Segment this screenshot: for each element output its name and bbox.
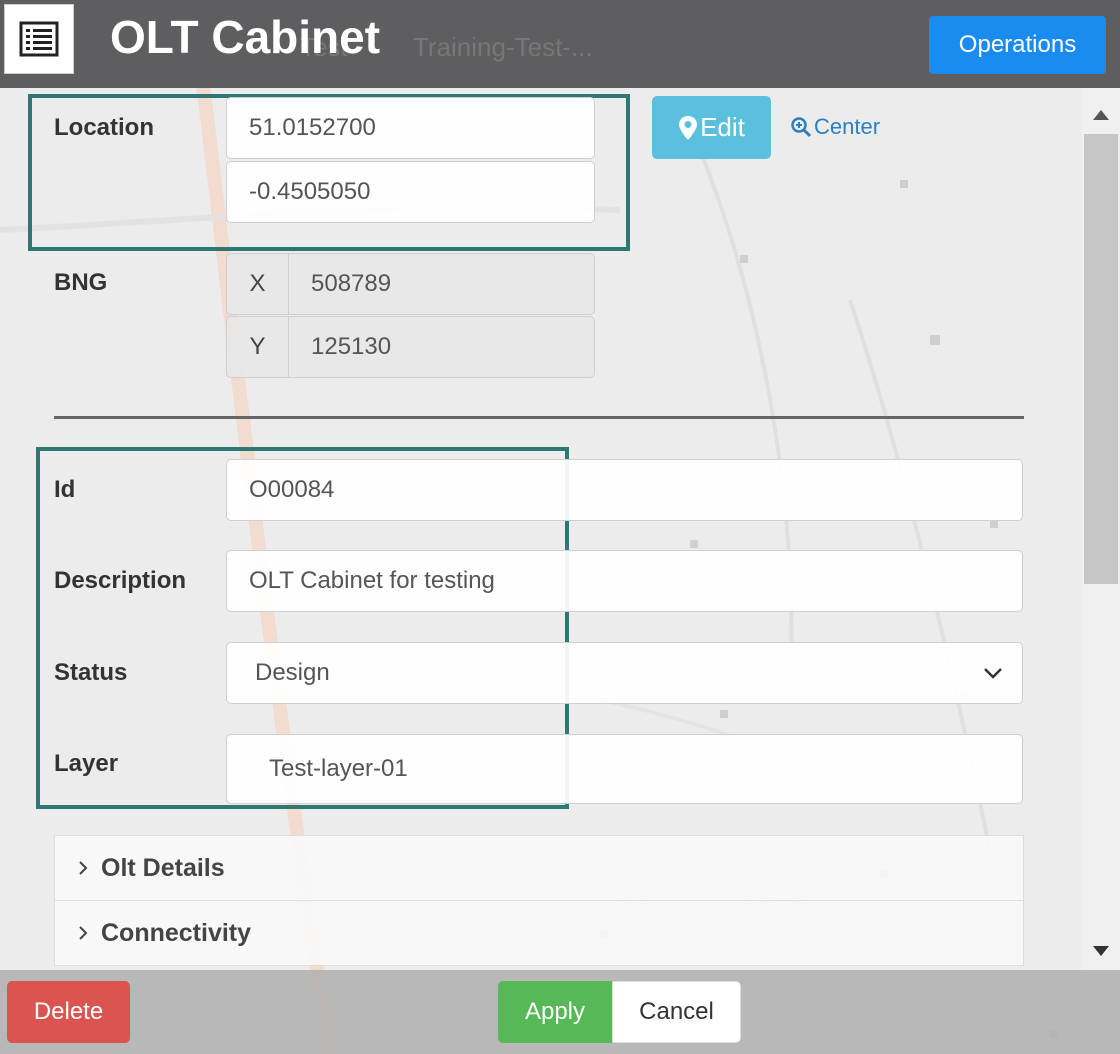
status-selected-value: Design	[255, 659, 330, 686]
list-menu-button[interactable]	[4, 4, 74, 74]
layer-input[interactable]: Test-layer-01	[226, 734, 1023, 804]
accordion-connectivity-label: Connectivity	[101, 918, 252, 947]
edit-location-button[interactable]: Edit	[652, 96, 771, 159]
bng-label: BNG	[54, 269, 108, 296]
center-link[interactable]: Center	[790, 114, 880, 140]
apply-button[interactable]: Apply	[498, 981, 612, 1043]
layer-label: Layer	[54, 750, 119, 777]
chevron-down-icon	[984, 668, 1002, 679]
bng-x-value: 508789	[311, 270, 392, 297]
feature-editor-content: Location 51.0152700 -0.4505050 Edit Cent…	[0, 88, 1080, 970]
scrollbar-thumb[interactable]	[1084, 134, 1118, 584]
section-divider	[54, 416, 1024, 419]
list-icon	[19, 21, 59, 57]
edit-location-label: Edit	[700, 112, 745, 142]
header-background-text-2: Training-Test-...	[413, 32, 593, 62]
bng-y-addon: Y	[227, 317, 289, 377]
description-label: Description	[54, 567, 187, 594]
status-label: Status	[54, 659, 128, 686]
description-input[interactable]: OLT Cabinet for testing	[226, 550, 1023, 612]
bng-y-field: Y 125130	[226, 316, 595, 378]
bng-x-field: X 508789	[226, 253, 595, 315]
delete-button[interactable]: Delete	[7, 981, 130, 1043]
accordion-olt-details[interactable]: Olt Details	[54, 835, 1024, 901]
id-label: Id	[54, 476, 76, 503]
location-label: Location	[54, 114, 154, 141]
bng-x-addon: X	[227, 254, 289, 314]
scroll-down-arrow-icon[interactable]	[1093, 946, 1109, 956]
dialog-title: OLT Cabinet	[110, 11, 381, 63]
bng-y-value: 125130	[311, 333, 392, 360]
zoom-in-icon	[791, 117, 812, 138]
dialog-header: Test Training-Test-... OLT Cabinet Opera…	[0, 0, 1120, 88]
cancel-button[interactable]: Cancel	[612, 981, 741, 1043]
map-marker-icon	[679, 115, 698, 140]
chevron-right-icon	[79, 926, 88, 940]
status-select[interactable]: Design	[226, 642, 1023, 704]
chevron-right-icon	[79, 861, 88, 875]
accordion-connectivity[interactable]: Connectivity	[54, 900, 1024, 966]
operations-button[interactable]: Operations	[929, 16, 1106, 74]
dialog-footer: Delete Apply Cancel	[0, 970, 1120, 1054]
center-link-label: Center	[814, 114, 881, 139]
longitude-input[interactable]: -0.4505050	[226, 161, 595, 223]
id-input[interactable]: O00084	[226, 459, 1023, 521]
latitude-input[interactable]: 51.0152700	[226, 97, 595, 159]
vertical-scrollbar[interactable]	[1082, 88, 1120, 970]
scroll-up-arrow-icon[interactable]	[1093, 110, 1109, 120]
accordion-olt-details-label: Olt Details	[101, 853, 225, 882]
